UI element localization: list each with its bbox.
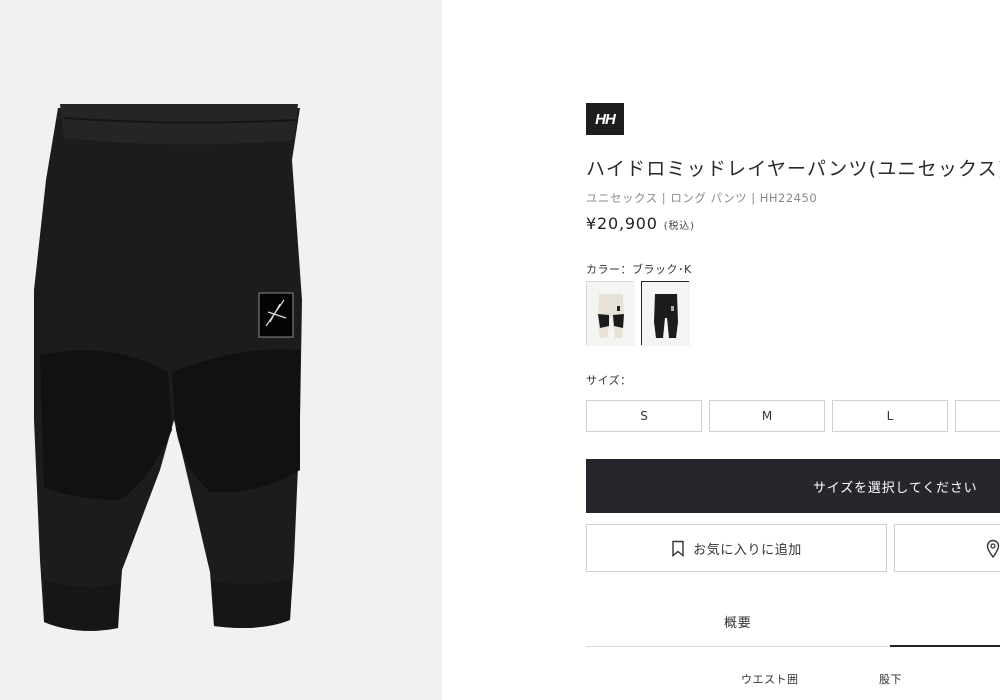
size-option-m[interactable]: M [709, 400, 825, 432]
product-price: ¥20,900 (税込) [586, 214, 695, 233]
white-pants-thumbnail [587, 282, 635, 346]
size-option-l[interactable]: L [832, 400, 948, 432]
brand-logo-mark: HH [595, 110, 616, 128]
size-table-header-inseam: 股下 [879, 673, 902, 686]
add-to-favorites-button[interactable]: お気に入りに追加 [586, 524, 887, 572]
black-pants-thumbnail [642, 282, 690, 346]
favorite-label: お気に入りに追加 [693, 542, 802, 558]
brand-logo: HH [586, 103, 624, 135]
color-swatch-black[interactable] [641, 281, 690, 346]
tax-note: (税込) [663, 221, 695, 232]
location-pin-icon [986, 539, 1000, 559]
bookmark-icon [672, 540, 684, 557]
product-meta: ユニセックス | ロング パンツ | HH22450 [586, 191, 818, 205]
color-label: カラー：ブラック･K [586, 263, 692, 276]
size-label: サイズ： [586, 374, 632, 387]
product-title: ハイドロミッドレイヤーパンツ(ユニセックス) [586, 158, 1000, 180]
select-size-button[interactable]: サイズを選択してください [586, 459, 1000, 513]
color-swatch-white[interactable] [586, 281, 635, 346]
store-locator-button[interactable] [894, 524, 1000, 572]
tab-overview[interactable]: 概要 [724, 612, 752, 631]
size-option-s[interactable]: S [586, 400, 702, 432]
price-value: ¥20,900 [586, 214, 658, 233]
tab-active-indicator [890, 645, 1000, 647]
size-option-next[interactable] [955, 400, 1000, 432]
size-table-header-waist: ウエスト囲 [741, 673, 799, 686]
